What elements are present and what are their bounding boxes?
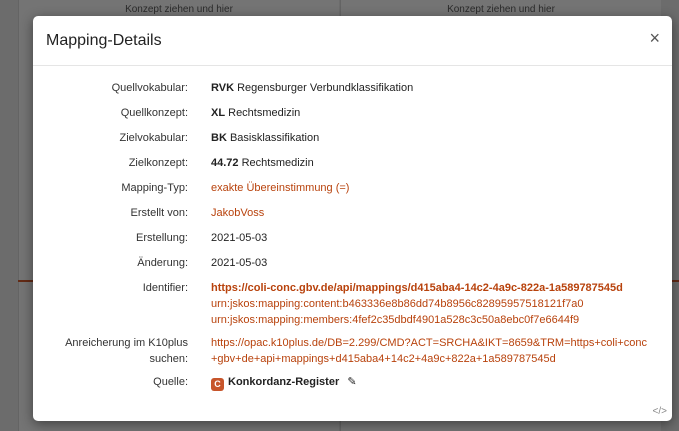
notation-zielkonzept: 44.72 <box>211 157 239 169</box>
label-anreicherung: Anreicherung im K10plus suchen: <box>33 331 188 370</box>
dialog-title: Mapping-Details <box>46 32 162 49</box>
label-erstellt-von: Erstellt von: <box>130 207 188 219</box>
row-zielkonzept: Zielkonzept: 44.72 Rechtsmedizin <box>33 151 672 176</box>
row-identifier: Identifier: https://coli-conc.gbv.de/api… <box>33 276 672 331</box>
mapping-type-link[interactable]: exakte Übereinstimmung (=) <box>211 176 651 201</box>
value-identifier: https://coli-conc.gbv.de/api/mappings/d4… <box>211 276 651 331</box>
code-icon[interactable]: </> <box>653 406 667 417</box>
row-quellvokabular: Quellvokabular: RVK Regensburger Verbund… <box>33 76 672 101</box>
row-aenderung: Änderung: 2021-05-03 <box>33 251 672 276</box>
label-identifier: Identifier: <box>142 282 188 294</box>
row-mapping-typ: Mapping-Typ: exakte Übereinstimmung (=) <box>33 176 672 201</box>
row-erstellt-von: Erstellt von: JakobVoss <box>33 201 672 226</box>
label-anreicherung-line2: suchen: <box>149 353 188 365</box>
identifier-content-link[interactable]: urn:jskos:mapping:content:b463336e8b86dd… <box>211 296 651 312</box>
label-erstellung: Erstellung: <box>136 232 188 244</box>
label-quellvokabular: Quellvokabular: <box>111 82 188 94</box>
label-anreicherung-line1: Anreicherung im K10plus <box>65 337 188 349</box>
dialog-header: Mapping-Details × <box>33 16 672 66</box>
notation-quellvokabular: RVK <box>211 82 235 94</box>
row-anreicherung: Anreicherung im K10plus suchen: https://… <box>33 331 672 370</box>
row-erstellung: Erstellung: 2021-05-03 <box>33 226 672 251</box>
label-quelle: Quelle: <box>153 376 188 388</box>
value-aenderung: 2021-05-03 <box>211 257 268 269</box>
value-quellvokabular: RVK Regensburger Verbundklassifikation <box>211 76 651 101</box>
k10plus-search-link[interactable]: https://opac.k10plus.de/DB=2.299/CMD?ACT… <box>211 331 651 370</box>
value-quelle: C Konkordanz-Register ✎ <box>211 370 651 395</box>
details-list: Quellvokabular: RVK Regensburger Verbund… <box>33 76 672 395</box>
registry-badge-icon: C <box>211 378 224 391</box>
source-registry-name: Konkordanz-Register <box>228 376 340 388</box>
label-zielkonzept: Zielkonzept: <box>128 157 188 169</box>
value-erstellung: 2021-05-03 <box>211 232 268 244</box>
identifier-members-link[interactable]: urn:jskos:mapping:members:4fef2c35dbdf49… <box>211 312 651 328</box>
text-quellvokabular: Regensburger Verbundklassifikation <box>237 82 414 94</box>
close-button[interactable]: × <box>649 29 660 47</box>
text-zielvokabular: Basisklassifikation <box>229 132 320 144</box>
mapping-details-dialog: Mapping-Details × Quellvokabular: RVK Re… <box>33 16 672 421</box>
label-aenderung: Änderung: <box>137 257 188 269</box>
row-zielvokabular: Zielvokabular: BK Basisklassifikation <box>33 126 672 151</box>
value-zielvokabular: BK Basisklassifikation <box>211 126 651 151</box>
label-quellkonzept: Quellkonzept: <box>120 107 188 119</box>
value-quellkonzept: XL Rechtsmedizin <box>211 101 651 126</box>
notation-quellkonzept: XL <box>211 107 226 119</box>
creator-link[interactable]: JakobVoss <box>211 201 651 226</box>
pencil-icon[interactable]: ✎ <box>347 374 356 390</box>
row-quelle: Quelle: C Konkordanz-Register ✎ <box>33 370 672 395</box>
notation-zielvokabular: BK <box>211 132 227 144</box>
text-zielkonzept: Rechtsmedizin <box>241 157 314 169</box>
label-zielvokabular: Zielvokabular: <box>119 132 188 144</box>
identifier-uri-link[interactable]: https://coli-conc.gbv.de/api/mappings/d4… <box>211 280 651 296</box>
row-quellkonzept: Quellkonzept: XL Rechtsmedizin <box>33 101 672 126</box>
label-mapping-typ: Mapping-Typ: <box>121 182 188 194</box>
value-zielkonzept: 44.72 Rechtsmedizin <box>211 151 651 176</box>
text-quellkonzept: Rechtsmedizin <box>228 107 301 119</box>
